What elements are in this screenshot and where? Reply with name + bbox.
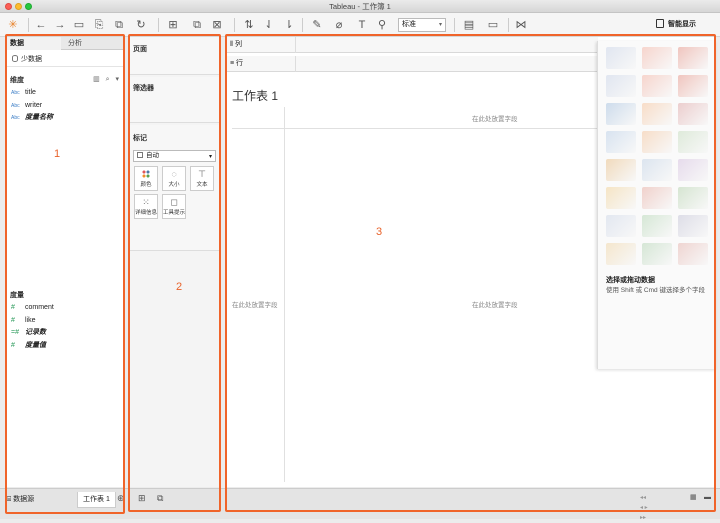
- fit-select-value: 标准: [402, 21, 416, 28]
- window-titlebar: Tableau - 工作簿 1: [0, 0, 720, 13]
- group-icon[interactable]: ⌀: [332, 18, 346, 32]
- share-icon[interactable]: ⋈: [514, 18, 528, 32]
- tableau-logo-icon[interactable]: ✳: [6, 18, 20, 32]
- window-title: Tableau - 工作簿 1: [329, 2, 391, 11]
- labels-icon[interactable]: T: [355, 18, 369, 32]
- redo-icon[interactable]: →: [53, 18, 67, 32]
- annotation-label-2: 2: [176, 281, 183, 293]
- sort-ascending-icon[interactable]: ⇃: [262, 18, 276, 32]
- undo-icon[interactable]: ←: [34, 18, 48, 32]
- pause-updates-icon[interactable]: ⧉: [112, 18, 126, 32]
- show-me-label: 智能显示: [668, 21, 696, 28]
- presentation-mode-icon[interactable]: ▭: [486, 18, 500, 32]
- show-me-icon: [656, 19, 664, 28]
- save-icon[interactable]: ▭: [72, 18, 86, 32]
- refresh-icon[interactable]: ↻: [134, 18, 148, 32]
- annotation-box-shelves: [128, 34, 221, 512]
- duplicate-sheet-icon[interactable]: ⧉: [190, 18, 204, 32]
- highlight-icon[interactable]: ✎: [310, 18, 324, 32]
- maximize-window-button[interactable]: [25, 3, 32, 10]
- annotation-box-data-pane: [5, 34, 125, 514]
- fit-select[interactable]: 标准 ▾: [398, 18, 446, 32]
- minimize-window-button[interactable]: [15, 3, 22, 10]
- close-window-button[interactable]: [5, 3, 12, 10]
- clear-sheet-icon[interactable]: ⊠: [210, 18, 224, 32]
- annotation-box-view: [225, 34, 716, 512]
- show-cards-icon[interactable]: ▤: [462, 18, 476, 32]
- new-worksheet-icon[interactable]: ⊞: [166, 18, 180, 32]
- swap-axes-icon[interactable]: ⇅: [242, 18, 256, 32]
- annotation-label-3: 3: [376, 226, 383, 238]
- annotation-label-1: 1: [54, 148, 61, 160]
- new-datasource-icon[interactable]: ⎘: [92, 18, 106, 32]
- fix-axes-icon[interactable]: ⚲: [375, 18, 389, 32]
- show-me-button[interactable]: 智能显示: [656, 17, 714, 33]
- chevron-down-icon: ▾: [438, 22, 442, 28]
- sort-descending-icon[interactable]: ⇂: [282, 18, 296, 32]
